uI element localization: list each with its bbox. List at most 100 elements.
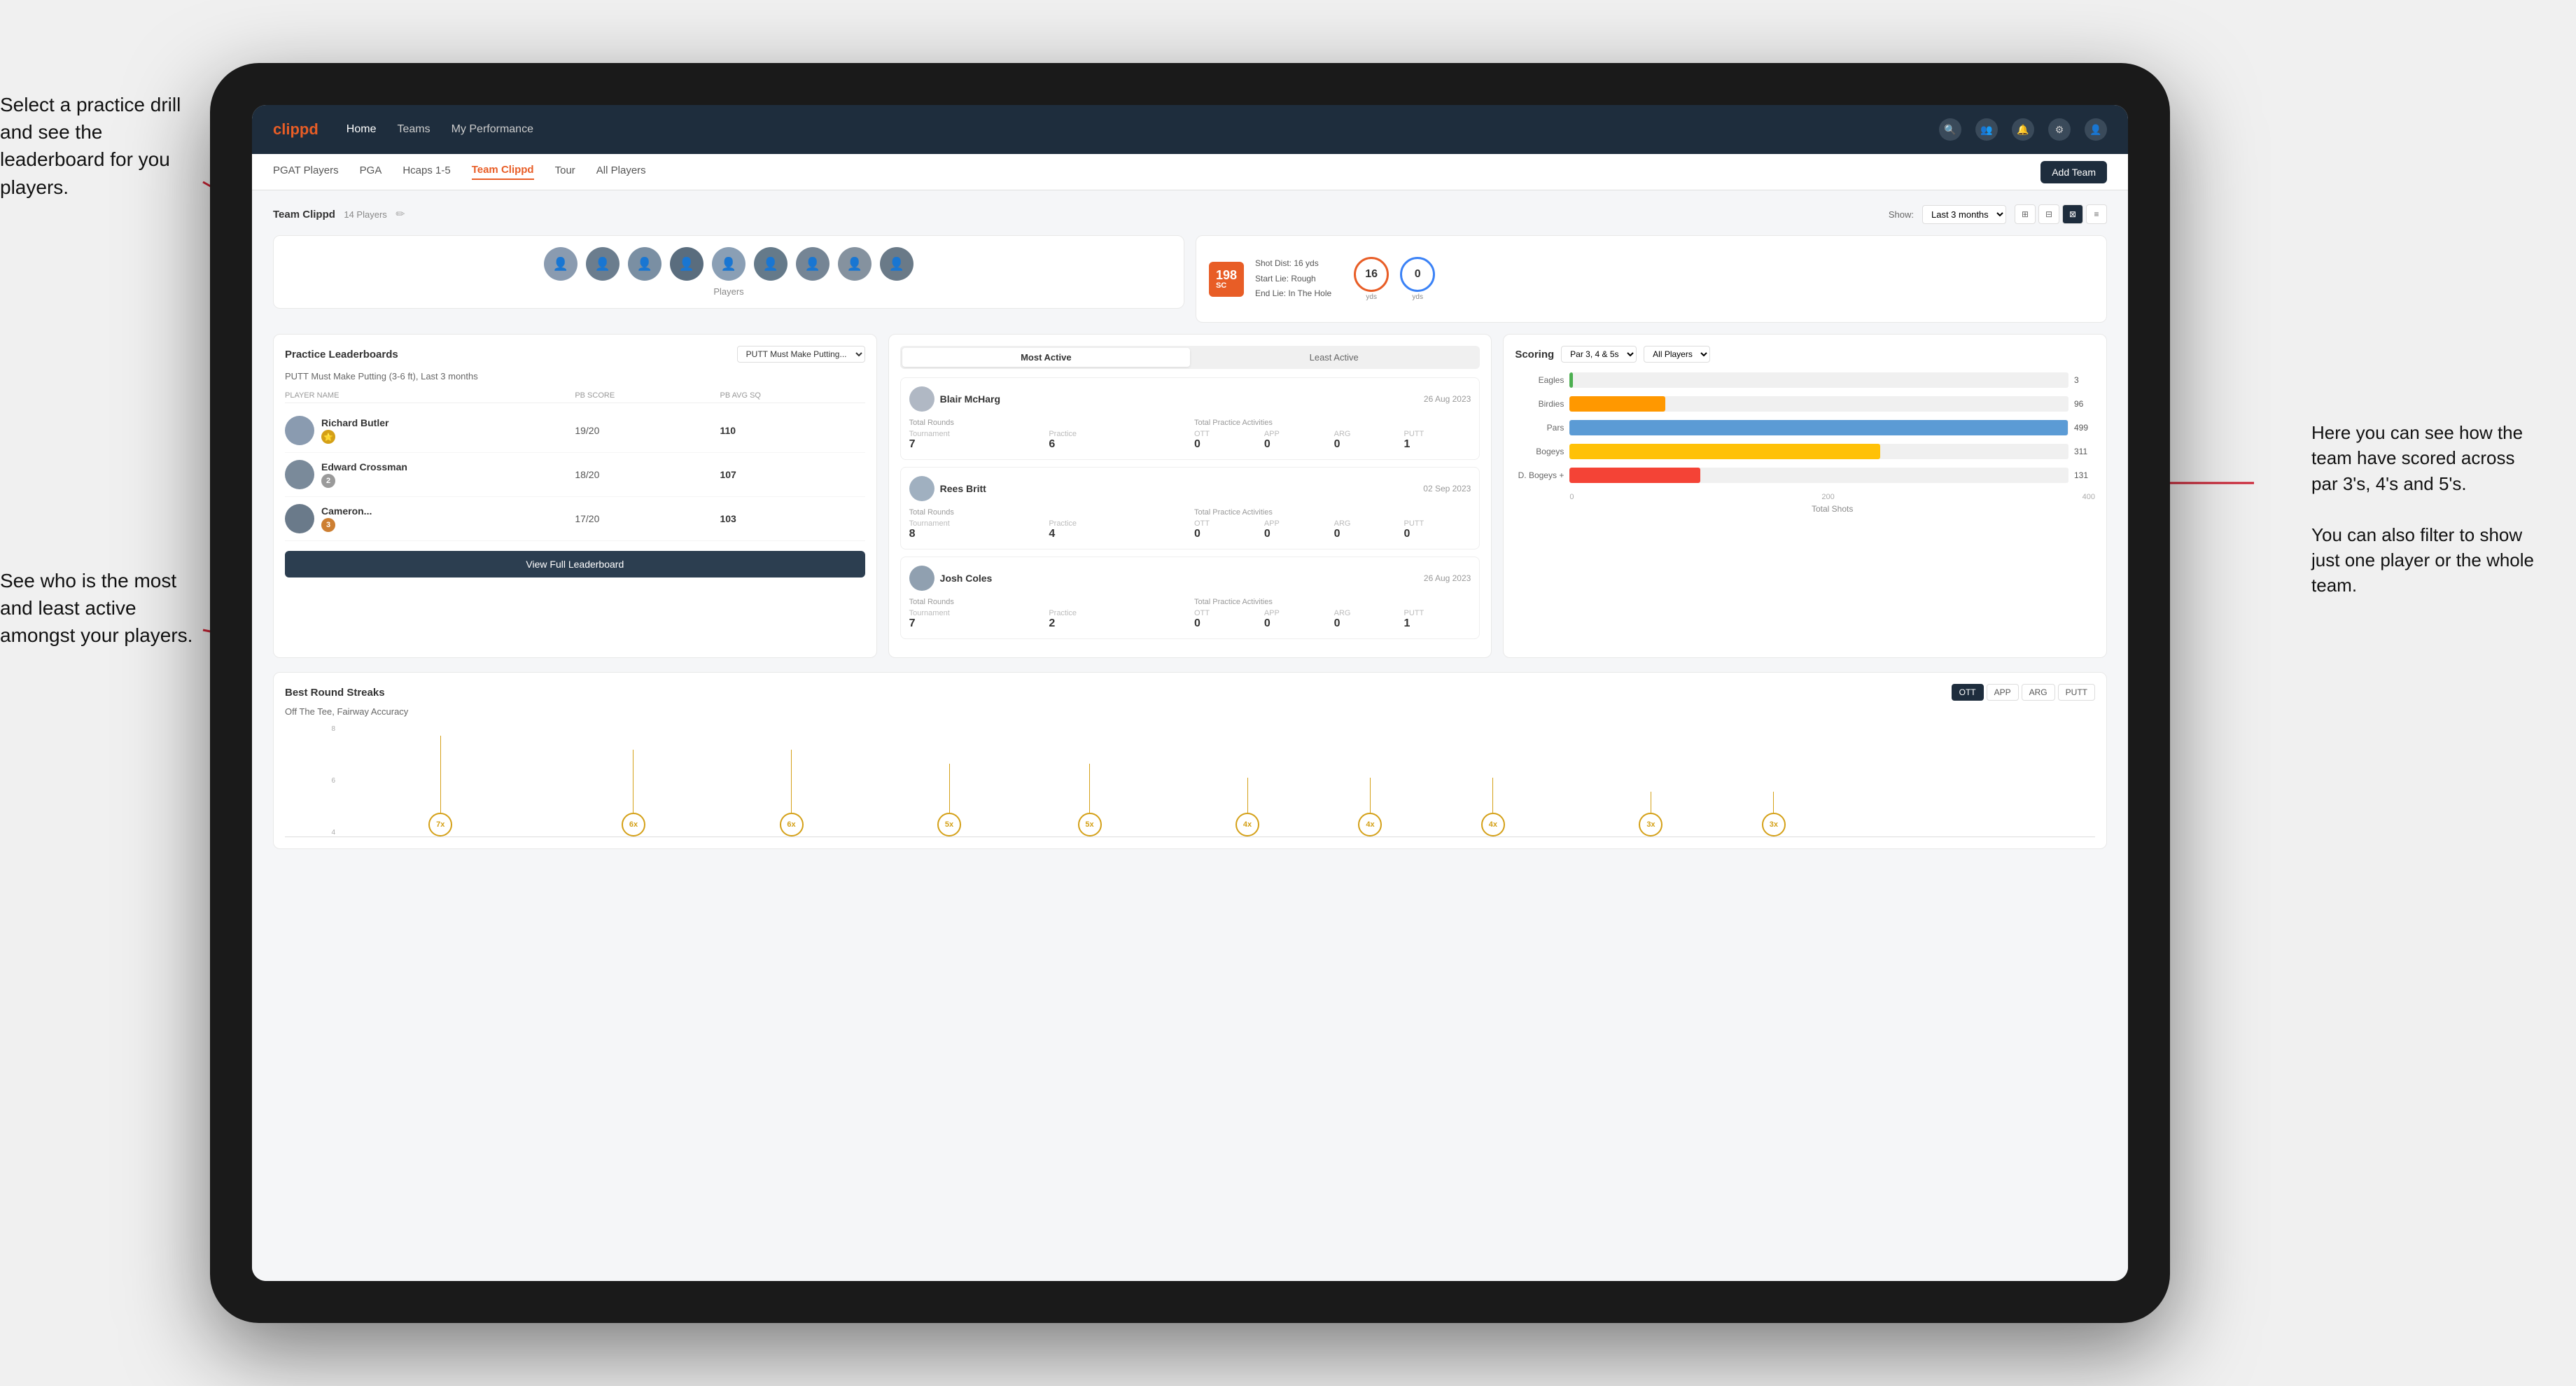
streak-dot-4: 5x [937,764,961,836]
bar-track-birdies [1569,396,2068,412]
pa-avatar-1 [909,386,934,412]
shot-metrics: 16 yds 0 yds [1354,257,1435,301]
sub-nav-all-players[interactable]: All Players [596,164,646,179]
streak-dot-5: 5x [1078,764,1102,836]
bar-row-birdies: Birdies 96 [1515,396,2095,412]
scoring-header: Scoring Par 3, 4 & 5s All Players [1515,346,2095,363]
chart-x-title: Total Shots [1515,504,2095,514]
bell-icon[interactable]: 🔔 [2012,118,2034,141]
streaks-btn-arg[interactable]: ARG [2022,684,2055,701]
people-icon[interactable]: 👥 [1975,118,1998,141]
leaderboard-drill-select[interactable]: PUTT Must Make Putting... [737,346,865,363]
main-grid: Practice Leaderboards PUTT Must Make Put… [273,334,2107,658]
scoring-par-select[interactable]: Par 3, 4 & 5s [1561,346,1637,363]
player-avatar-7[interactable]: 👤 [796,247,830,281]
scoring-panel: Scoring Par 3, 4 & 5s All Players Eagles [1503,334,2107,658]
bar-chart: Eagles 3 Birdies 96 [1515,372,2095,490]
pa-header-1: Blair McHarg 26 Aug 2023 [909,386,1471,412]
top-nav: clippd Home Teams My Performance 🔍 👥 🔔 ⚙… [252,105,2128,154]
player-avatar-3[interactable]: 👤 [628,247,662,281]
annotation-bottom-left: See who is the most and least active amo… [0,567,196,650]
leaderboard-table-header: PLAYER NAME PB SCORE PB AVG SQ [285,388,865,403]
player-avatar-8[interactable]: 👤 [838,247,872,281]
player-avatar-2[interactable]: 👤 [586,247,620,281]
metric-circle-1: 16 [1354,257,1389,292]
sub-nav-pga[interactable]: PGA [360,164,382,179]
bar-row-dbogeys: D. Bogeys + 131 [1515,468,2095,483]
activity-panel: Most Active Least Active Blair McHarg 26… [888,334,1492,658]
tab-most-active[interactable]: Most Active [902,348,1190,367]
bar-fill-eagles [1569,372,1572,388]
streak-dot-7: 4x [1358,778,1382,836]
activity-tabs: Most Active Least Active [900,346,1480,369]
streak-dot-8: 4x [1481,778,1505,836]
search-icon[interactable]: 🔍 [1939,118,1961,141]
tab-least-active[interactable]: Least Active [1190,348,1478,367]
lb-badge-bronze: 3 [321,518,335,532]
nav-link-my-performance[interactable]: My Performance [451,123,533,136]
leaderboard-row-3: Cameron... 3 17/20 103 [285,497,865,541]
user-avatar[interactable]: 👤 [2085,118,2107,141]
streaks-btn-putt[interactable]: PUTT [2058,684,2095,701]
shot-number: 198 SC [1209,262,1244,297]
player-activity-3: Josh Coles 26 Aug 2023 Total Rounds Tour… [900,556,1480,639]
streak-dot-10: 3x [1762,792,1786,836]
sub-nav-pgat[interactable]: PGAT Players [273,164,339,179]
streaks-panel: Best Round Streaks OTT APP ARG PUTT Off … [273,672,2107,849]
lb-avatar-1 [285,416,314,445]
leaderboard-row-2: Edward Crossman 2 18/20 107 [285,453,865,497]
view-grid-active[interactable]: ⊠ [2062,204,2083,224]
streaks-subtitle: Off The Tee, Fairway Accuracy [285,706,2095,717]
bar-fill-dbogeys [1569,468,1700,483]
bar-row-eagles: Eagles 3 [1515,372,2095,388]
top-row: 👤 👤 👤 👤 👤 👤 👤 👤 👤 Players [273,235,2107,323]
player-avatar-5[interactable]: 👤 [712,247,746,281]
bar-fill-pars [1569,420,2067,435]
scoring-player-select[interactable]: All Players [1644,346,1710,363]
show-period-select[interactable]: Last 3 months [1922,205,2006,224]
sub-nav-hcaps[interactable]: Hcaps 1-5 [402,164,450,179]
view-grid-small[interactable]: ⊞ [2015,204,2036,224]
bar-row-bogeys: Bogeys 311 [1515,444,2095,459]
sub-nav-team-clippd[interactable]: Team Clippd [472,164,534,180]
edit-team-icon[interactable]: ✏ [396,209,405,220]
view-grid-large[interactable]: ⊟ [2038,204,2059,224]
streak-dot-1: 7x [428,736,452,836]
practice-leaderboards-panel: Practice Leaderboards PUTT Must Make Put… [273,334,877,658]
lb-avatar-3 [285,504,314,533]
pa-stats-2: Total Rounds Tournament 8 Practice 4 [909,508,1471,540]
player-avatar-1[interactable]: 👤 [544,247,578,281]
player-avatar-4[interactable]: 👤 [670,247,704,281]
leaderboard-panel-header: Practice Leaderboards PUTT Must Make Put… [285,346,865,363]
sub-nav-tour[interactable]: Tour [555,164,575,179]
nav-logo: clippd [273,120,318,139]
pa-avatar-3 [909,566,934,591]
streak-dot-9: 3x [1639,792,1662,836]
settings-icon[interactable]: ⚙ [2048,118,2071,141]
add-team-button[interactable]: Add Team [2040,161,2107,183]
pa-header-2: Rees Britt 02 Sep 2023 [909,476,1471,501]
streaks-btn-app[interactable]: APP [1987,684,2019,701]
streaks-btn-ott[interactable]: OTT [1952,684,1984,701]
shot-card: 198 SC Shot Dist: 16 yds Start Lie: Roug… [1196,235,2107,323]
bar-fill-birdies [1569,396,1665,412]
main-content: Team Clippd 14 Players ✏ Show: Last 3 mo… [252,190,2128,1281]
player-avatar-9[interactable]: 👤 [880,247,913,281]
view-mode-buttons: ⊞ ⊟ ⊠ ≡ [2015,204,2107,224]
player-activity-1: Blair McHarg 26 Aug 2023 Total Rounds To… [900,377,1480,460]
tablet-screen: clippd Home Teams My Performance 🔍 👥 🔔 ⚙… [252,105,2128,1281]
lb-badge-silver: 2 [321,474,335,488]
metric-circle-2: 0 [1400,257,1435,292]
bar-row-pars: Pars 499 [1515,420,2095,435]
bar-track-pars [1569,420,2068,435]
player-avatar-6[interactable]: 👤 [754,247,788,281]
nav-link-home[interactable]: Home [346,123,377,136]
bar-track-eagles [1569,372,2068,388]
chart-x-axis: 0 200 400 [1515,493,2095,501]
player-activity-2: Rees Britt 02 Sep 2023 Total Rounds Tour… [900,467,1480,550]
nav-link-teams[interactable]: Teams [397,123,430,136]
streak-dot-3: 6x [780,750,804,836]
view-full-leaderboard-button[interactable]: View Full Leaderboard [285,551,865,578]
view-list[interactable]: ≡ [2086,204,2107,224]
lb-player-2: Edward Crossman 2 [285,460,575,489]
